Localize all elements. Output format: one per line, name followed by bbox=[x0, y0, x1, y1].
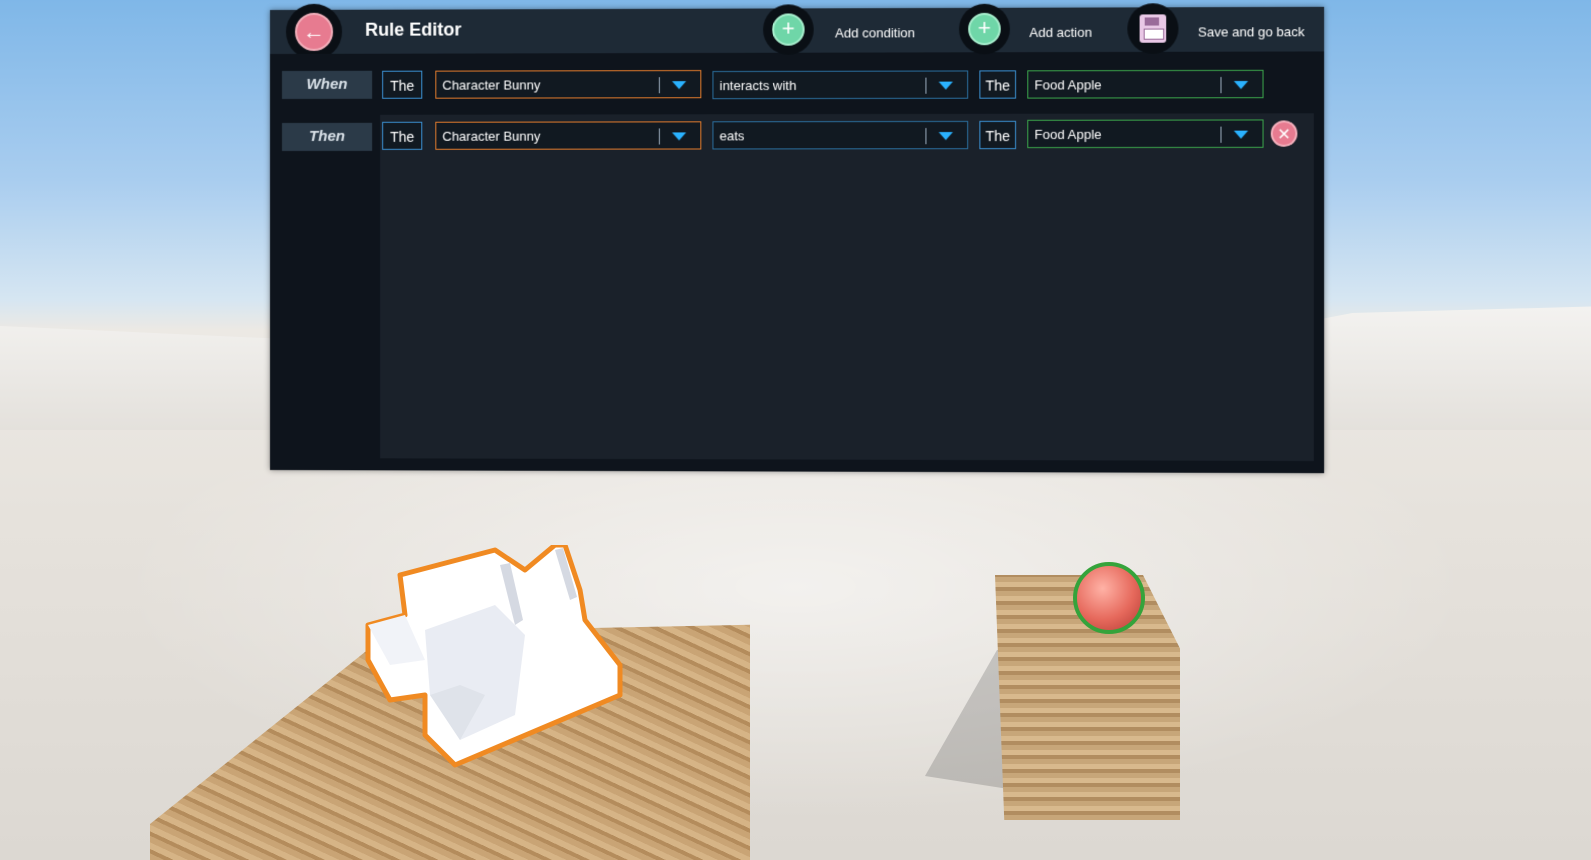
subject-dropdown[interactable]: Character Bunny bbox=[435, 121, 702, 150]
separator bbox=[925, 77, 927, 94]
delete-action-button[interactable]: ✕ bbox=[1270, 120, 1298, 147]
row-label-column bbox=[270, 53, 381, 471]
separator bbox=[658, 128, 660, 145]
add-action-label[interactable]: Add action bbox=[1029, 25, 1092, 40]
article-left: The bbox=[382, 70, 423, 99]
separator bbox=[925, 128, 927, 145]
verb-dropdown[interactable]: eats bbox=[712, 120, 969, 150]
rule-editor-panel: ← Rule Editor + Add condition + Add acti… bbox=[270, 3, 1325, 474]
rules-content-area bbox=[380, 113, 1314, 461]
chevron-down-icon bbox=[672, 81, 687, 90]
back-arrow-icon: ← bbox=[295, 12, 334, 51]
add-action-button[interactable]: + bbox=[959, 3, 1010, 55]
plus-icon: + bbox=[772, 13, 805, 46]
plus-icon: + bbox=[968, 12, 1001, 46]
separator bbox=[658, 77, 660, 94]
subject-value: Character Bunny bbox=[442, 128, 541, 144]
chevron-down-icon bbox=[672, 132, 687, 141]
object-dropdown[interactable]: Food Apple bbox=[1027, 69, 1264, 99]
separator bbox=[1220, 76, 1222, 94]
close-icon: ✕ bbox=[1277, 126, 1291, 144]
row-label-then: Then bbox=[281, 122, 373, 151]
chevron-down-icon bbox=[1233, 80, 1249, 90]
save-back-label[interactable]: Save and go back bbox=[1198, 24, 1305, 39]
chevron-down-icon bbox=[1233, 130, 1249, 139]
save-button[interactable] bbox=[1127, 3, 1179, 54]
add-condition-button[interactable]: + bbox=[763, 4, 814, 55]
article-right: The bbox=[979, 70, 1017, 99]
row-label-when: When bbox=[281, 70, 373, 99]
object-dropdown[interactable]: Food Apple bbox=[1027, 119, 1264, 149]
subject-value: Character Bunny bbox=[442, 77, 541, 93]
back-button[interactable]: ← bbox=[285, 3, 343, 60]
article-left: The bbox=[382, 121, 423, 150]
verb-value: interacts with bbox=[719, 77, 797, 94]
add-condition-label[interactable]: Add condition bbox=[835, 25, 915, 40]
object-value: Food Apple bbox=[1034, 126, 1102, 143]
verb-value: eats bbox=[719, 128, 745, 144]
chevron-down-icon bbox=[938, 132, 953, 141]
article-right: The bbox=[979, 120, 1017, 150]
separator bbox=[1220, 126, 1222, 143]
chevron-down-icon bbox=[938, 81, 953, 90]
floppy-disk-icon bbox=[1139, 14, 1167, 43]
title-bar: ← Rule Editor + Add condition + Add acti… bbox=[270, 3, 1325, 60]
subject-dropdown[interactable]: Character Bunny bbox=[435, 70, 702, 99]
verb-dropdown[interactable]: interacts with bbox=[712, 70, 969, 100]
bunny-character[interactable] bbox=[365, 545, 625, 770]
page-title: Rule Editor bbox=[365, 19, 462, 40]
object-value: Food Apple bbox=[1034, 77, 1102, 93]
apple-food[interactable] bbox=[1073, 562, 1145, 634]
